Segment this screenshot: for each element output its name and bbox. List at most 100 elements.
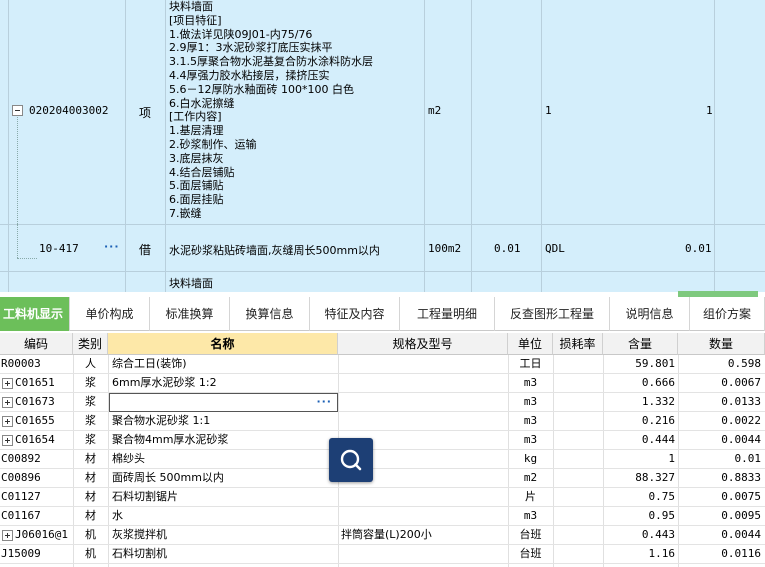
cell-quantity: 0.0133 [721,395,761,408]
cell-name[interactable]: 灰浆搅拌机 [108,526,338,544]
tab-features-content[interactable]: 特征及内容 [310,297,400,331]
feature-line: 6.面层挂贴 [169,193,224,207]
feature-line: [项目特征] [169,13,222,27]
cell-code: C00892 [1,452,41,465]
table-row[interactable]: C01655 浆聚合物水泥砂浆 1:1 m3 0.216 0.0022 [0,412,765,431]
cell-name[interactable]: 石料切割锯片 [108,488,338,506]
cell-spec: 拌筒容量(L)200小 [341,528,432,541]
table-row[interactable]: J15009 机石料切割机 台班 1.16 0.0116 [0,545,765,564]
column-header-code[interactable]: 编码 [0,333,73,355]
cell-type: 浆 [85,433,96,446]
table-row[interactable]: C01167 材水 m3 0.95 0.0095 [0,507,765,526]
tab-unit-price-composition[interactable]: 单价构成 [70,297,150,331]
cell-content: 59.801 [635,357,675,370]
cell-unit: kg [523,452,538,465]
quota-rate: 0.01 [494,242,521,255]
feature-line: [工作内容] [169,110,222,124]
search-icon [340,449,362,471]
cell-name[interactable]: 棉纱头 [108,450,338,468]
feature-line: 3.1.5厚聚合物水泥基复合防水涂料防水层 [169,55,373,69]
cell-content: 0.443 [641,528,675,541]
table-row[interactable]: C01673浆12mm厚水泥砂浆 1:3m31.3320.0133··· [0,393,765,412]
tab-conversion-info[interactable]: 换算信息 [230,297,310,331]
table-row[interactable]: C01651 浆 6mm厚水泥砂浆 1:2 m3 0.666 0.0067 [0,374,765,393]
cell-quantity: 0.0044 [721,528,761,541]
cell-type: 人 [85,357,96,370]
feature-line: 2.砂浆制作、运输 [169,138,257,151]
cell-loss-rate [553,488,603,506]
cell-type: 机 [85,547,96,560]
feature-line: 4.4厚强力胶水粘接层，揉挤压实 [169,69,330,82]
tree-expand-icon[interactable] [2,397,13,408]
column-header-content[interactable]: 含量 [603,333,678,355]
cell-loss-rate [553,469,603,487]
bill-item-quantity: 1 [706,104,713,117]
quota-code: 10-417 [39,242,79,255]
column-header-loss-rate[interactable]: 损耗率 [553,333,603,355]
cell-quantity: 0.0044 [721,433,761,446]
table-row[interactable]: C01654 浆聚合物4mm厚水泥砂浆 m3 0.444 0.0044 [0,431,765,450]
cell-name[interactable]: 石料切割机 [108,545,338,563]
tree-expand-icon[interactable] [2,416,13,427]
cell-type: 材 [85,452,96,465]
detail-tab-bar: 工料机显示 单价构成 标准换算 换算信息 特征及内容 工程量明细 反查图形工程量… [0,297,765,331]
table-row[interactable]: C00892 材棉纱头 kg 1 0.01 [0,450,765,469]
feature-line: 1.做法详见陕09J01-内75/76 [169,27,313,41]
search-button[interactable] [329,438,373,482]
quota-expr: QDL [545,242,565,255]
cell-code: J15009 [1,547,41,560]
cell-content: 0.444 [641,433,675,446]
tree-expand-icon[interactable] [2,435,13,446]
tab-reverse-graphic-quantity[interactable]: 反查图形工程量 [495,297,610,331]
table-row[interactable]: C01127 材石料切割锯片 片 0.75 0.0075 [0,488,765,507]
bill-item-name: 块料墙面 [169,277,213,290]
tab-quantity-details[interactable]: 工程量明细 [400,297,495,331]
resource-table: 编码 类别 名称 规格及型号 单位 损耗率 含量 数量 R00003 人综合工日(… [0,333,765,567]
table-row[interactable]: C00896 材面砖周长 500mm以内 m2 88.327 0.8833 [0,469,765,488]
tab-description-info[interactable]: 说明信息 [610,297,690,331]
tree-expand-icon[interactable] [2,530,13,541]
name-edit-box[interactable]: ··· [109,393,338,412]
feature-line: 3.底层抹灰 [169,151,224,165]
feature-line: 7.嵌缝 [169,207,202,220]
cell-name[interactable]: 面砖周长 500mm以内 [108,469,338,487]
tree-expand-icon[interactable] [2,378,13,389]
quota-item-grid: 020204003002 项 块料墙面 [项目特征] 1.做法详见陕09J01-内7… [0,0,765,292]
tab-labor-material-machine[interactable]: 工料机显示 [0,297,70,331]
column-header-unit[interactable]: 单位 [508,333,553,355]
quota-quantity: 0.01 [685,242,712,255]
cell-name[interactable]: 水 [108,507,338,525]
cell-content: 88.327 [635,471,675,484]
cell-unit: m3 [523,509,538,522]
feature-line: 5.面层铺贴 [169,179,224,193]
quota-code-ellipsis-button[interactable]: ··· [104,240,120,253]
cell-name[interactable]: 聚合物水泥砂浆 1:1 [108,412,338,430]
cell-code: C01167 [1,509,41,522]
cell-code: C00896 [1,471,41,484]
cell-quantity: 0.8833 [721,471,761,484]
cell-spec [338,488,508,506]
cell-loss-rate [553,412,603,430]
tab-pricing-scheme[interactable]: 组价方案 [690,297,765,331]
cell-quantity: 0.0116 [721,547,761,560]
column-header-type[interactable]: 类别 [73,333,108,355]
collapse-icon[interactable] [12,105,23,116]
feature-line: 块料墙面 [169,0,213,13]
table-row[interactable]: R00003 人综合工日(装饰) 工日 59.801 0.598 [0,355,765,374]
cell-quantity: 0.0067 [721,376,761,389]
cell-loss-rate [553,355,603,373]
column-header-name[interactable]: 名称 [108,333,338,355]
cell-type: 浆 [85,376,96,389]
table-row[interactable]: J06016@1 机灰浆搅拌机 拌筒容量(L)200小 台班 0.443 0.0044 [0,526,765,545]
cell-name[interactable]: 聚合物4mm厚水泥砂浆 [108,431,338,449]
cell-unit: 台班 [519,528,542,541]
feature-line: 2.9厚1：3水泥砂浆打底压实抹平 [169,41,333,55]
cell-name[interactable]: 综合工日(装饰) [108,355,338,373]
cell-type: 机 [85,528,96,541]
column-header-spec[interactable]: 规格及型号 [338,333,508,355]
column-header-quantity[interactable]: 数量 [678,333,765,355]
name-ellipsis-button[interactable]: ··· [316,395,332,408]
cell-name[interactable]: 6mm厚水泥砂浆 1:2 [108,374,338,392]
tab-standard-conversion[interactable]: 标准换算 [150,297,230,331]
cell-spec [338,507,508,525]
